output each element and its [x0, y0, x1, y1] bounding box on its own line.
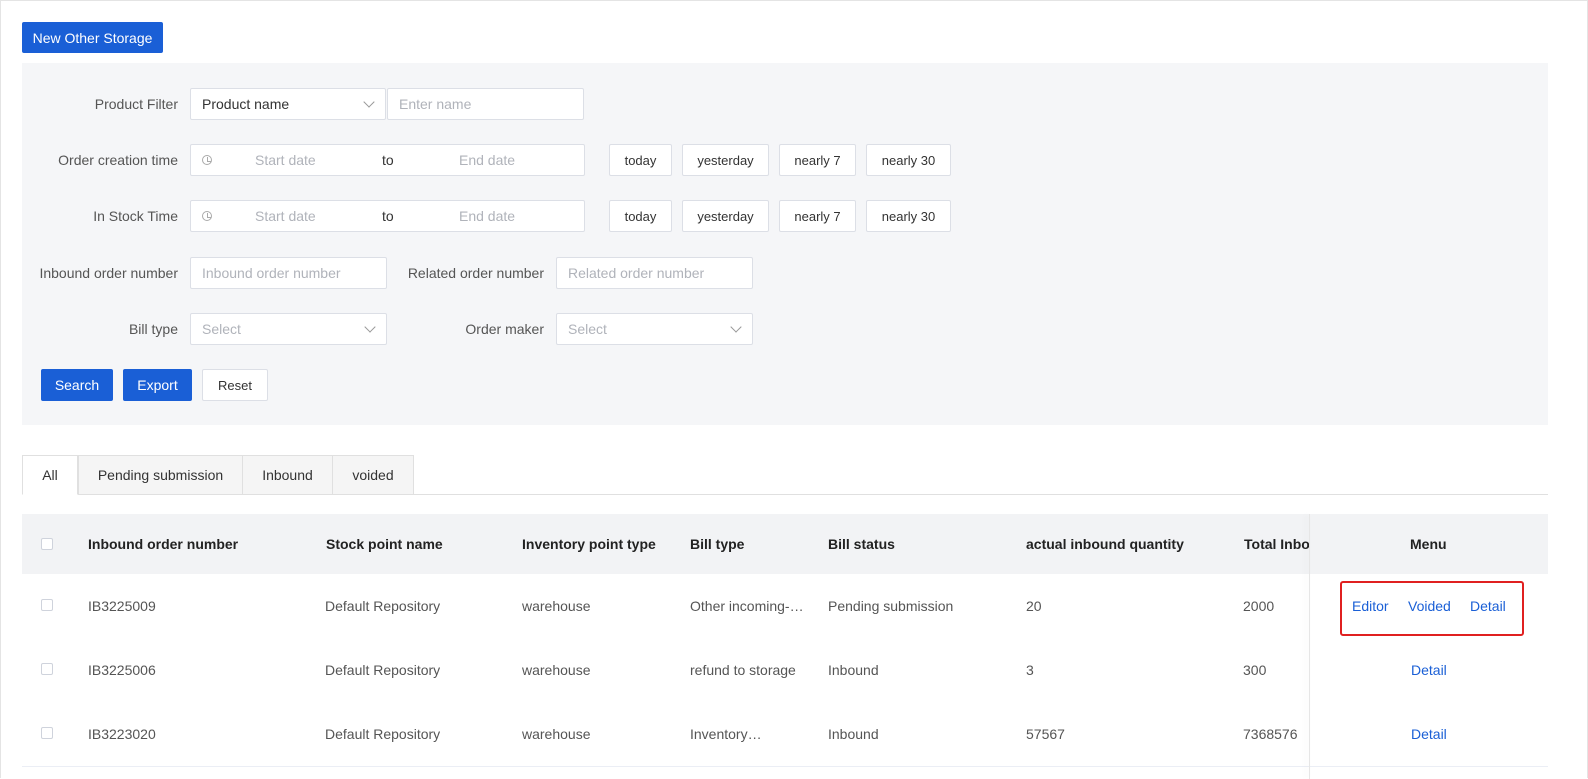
tab-all[interactable]: All	[22, 455, 78, 495]
bill-type-label: Bill type	[128, 321, 178, 337]
detail-link[interactable]: Detail	[1411, 662, 1447, 678]
inbound-order-number-cell: IB3223020	[88, 726, 156, 742]
order-creation-to-separator: to	[382, 152, 394, 168]
clock-icon	[202, 211, 212, 221]
column-header: Bill type	[690, 536, 745, 552]
actual-inbound-quantity-cell: 20	[1026, 598, 1042, 614]
bill-type-cell: refund to storage	[690, 662, 796, 678]
export-button[interactable]: Export	[123, 369, 192, 401]
row-checkbox[interactable]	[41, 663, 53, 675]
detail-link[interactable]: Detail	[1411, 726, 1447, 742]
tab-pending-submission[interactable]: Pending submission	[78, 455, 243, 495]
inbound-order-number-cell: IB3225009	[88, 598, 156, 614]
bill-status-cell: Pending submission	[828, 598, 954, 614]
in-stock-nearly-7-button[interactable]: nearly 7	[779, 200, 856, 232]
inventory-point-type-cell: warehouse	[522, 726, 591, 742]
in-stock-time-label: In Stock Time	[93, 208, 178, 224]
actual-inbound-quantity-cell: 3	[1026, 662, 1034, 678]
order-maker-label: Order maker	[465, 321, 544, 337]
total-inbound-cell: 7368576	[1243, 726, 1298, 742]
order-creation-nearly-7-button[interactable]: nearly 7	[779, 144, 856, 176]
order-creation-date-range[interactable]: Start date to End date	[190, 144, 585, 176]
tab-inbound[interactable]: Inbound	[242, 455, 333, 495]
column-header: Inbound order number	[88, 536, 239, 552]
bill-type-cell: Other incoming-…	[690, 598, 804, 614]
table-row: IB3225009 Default Repository warehouse O…	[22, 574, 1548, 639]
order-creation-time-label: Order creation time	[58, 152, 178, 168]
in-stock-start-date: Start date	[255, 208, 316, 224]
column-header: Bill status	[828, 536, 895, 552]
in-stock-date-range[interactable]: Start date to End date	[190, 200, 585, 232]
bill-type-placeholder: Select	[202, 321, 241, 337]
row-checkbox[interactable]	[41, 727, 53, 739]
inventory-point-type-cell: warehouse	[522, 662, 591, 678]
fixed-menu-column-divider	[1309, 514, 1310, 779]
related-order-number-label: Related order number	[407, 265, 544, 281]
stock-point-name-cell: Default Repository	[325, 662, 441, 678]
product-name-placeholder: Enter name	[399, 96, 472, 112]
actual-inbound-quantity-cell: 57567	[1026, 726, 1065, 742]
clock-icon	[202, 155, 212, 165]
bill-type-cell: Inventory…	[690, 726, 762, 742]
column-header: Inventory point type	[522, 536, 656, 552]
row-checkbox[interactable]	[41, 599, 53, 611]
bill-type-select[interactable]: Select	[190, 313, 387, 345]
in-stock-end-date: End date	[459, 208, 516, 224]
in-stock-yesterday-button[interactable]: yesterday	[682, 200, 769, 232]
order-creation-nearly-30-button[interactable]: nearly 30	[866, 144, 951, 176]
in-stock-to-separator: to	[382, 208, 394, 224]
bill-status-cell: Inbound	[828, 662, 879, 678]
bill-status-cell: Inbound	[828, 726, 879, 742]
chevron-down-icon	[364, 321, 376, 333]
total-inbound-cell: 2000	[1243, 598, 1275, 614]
chevron-down-icon	[730, 321, 742, 333]
order-creation-today-button[interactable]: today	[609, 144, 672, 176]
inventory-point-type-cell: warehouse	[522, 598, 591, 614]
inbound-order-number-input[interactable]: Inbound order number	[190, 257, 387, 289]
tab-voided[interactable]: voided	[332, 455, 414, 495]
order-creation-yesterday-button[interactable]: yesterday	[682, 144, 769, 176]
inbound-order-number-label: Inbound order number	[39, 265, 178, 281]
column-header: Total Inbo	[1244, 536, 1309, 552]
table-row: IB3223020 Default Repository warehouse I…	[22, 702, 1548, 767]
stock-point-name-cell: Default Repository	[325, 726, 441, 742]
column-header: actual inbound quantity	[1026, 536, 1184, 552]
order-creation-end-date: End date	[459, 152, 516, 168]
chevron-down-icon	[363, 96, 375, 108]
stock-point-name-cell: Default Repository	[325, 598, 441, 614]
menu-column-header: Menu	[1410, 536, 1447, 552]
product-name-input[interactable]: Enter name	[387, 88, 584, 120]
inbound-order-number-cell: IB3225006	[88, 662, 156, 678]
table-row: IB3225006 Default Repository warehouse r…	[22, 638, 1548, 703]
select-all-checkbox[interactable]	[41, 538, 53, 550]
related-order-number-input[interactable]: Related order number	[556, 257, 753, 289]
search-button[interactable]: Search	[41, 369, 113, 401]
reset-button[interactable]: Reset	[202, 369, 268, 401]
new-other-storage-button[interactable]: New Other Storage	[22, 22, 163, 53]
in-stock-today-button[interactable]: today	[609, 200, 672, 232]
action-highlight-box	[1340, 581, 1524, 636]
order-maker-placeholder: Select	[568, 321, 607, 337]
in-stock-nearly-30-button[interactable]: nearly 30	[866, 200, 951, 232]
table-header: Inbound order number Stock point name In…	[22, 514, 1548, 574]
total-inbound-cell: 300	[1243, 662, 1267, 678]
order-maker-select[interactable]: Select	[556, 313, 753, 345]
order-creation-start-date: Start date	[255, 152, 316, 168]
inbound-order-number-placeholder: Inbound order number	[202, 265, 341, 281]
product-filter-select[interactable]: Product name	[190, 88, 386, 120]
product-filter-label: Product Filter	[94, 96, 178, 112]
product-filter-select-value: Product name	[202, 96, 290, 112]
related-order-number-placeholder: Related order number	[568, 265, 705, 281]
column-header: Stock point name	[326, 536, 443, 552]
